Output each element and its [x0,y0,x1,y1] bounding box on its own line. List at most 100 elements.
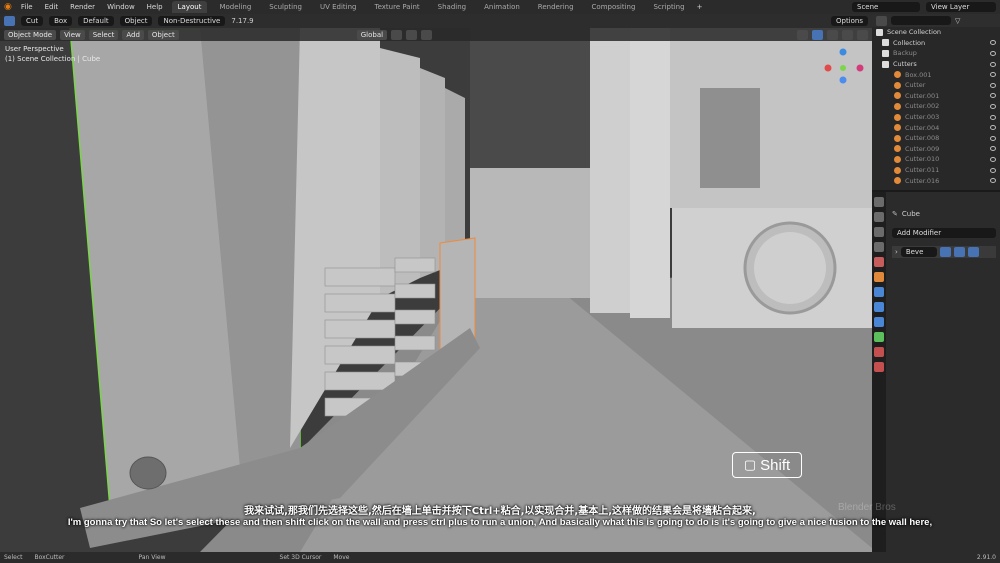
visibility-eye-icon[interactable] [990,146,996,152]
filter-icon[interactable]: ▽ [955,17,960,25]
outliner-item[interactable]: Cutters [872,59,1000,70]
visibility-eye-icon[interactable] [990,72,996,78]
texture-tab-icon[interactable] [874,362,884,372]
outliner-item-label: Cutters [893,60,917,69]
view-layer-tab-icon[interactable] [874,242,884,252]
menu-help[interactable]: Help [144,2,166,12]
menu-edit[interactable]: Edit [42,2,62,12]
outliner-item[interactable]: Cutter.002 [872,101,1000,112]
visibility-eye-icon[interactable] [990,178,996,184]
options-dropdown[interactable]: Options [830,16,868,26]
visibility-eye-icon[interactable] [990,125,996,131]
tool-tab-icon[interactable] [874,197,884,207]
modifier-tab-icon[interactable] [874,287,884,297]
outliner-item[interactable]: Cutter [872,80,1000,91]
particles-tab-icon[interactable] [874,302,884,312]
material-tab-icon[interactable] [874,347,884,357]
cut-mode-dropdown[interactable]: Cut [21,16,44,26]
outliner-item[interactable]: Cutter.003 [872,112,1000,123]
select-menu[interactable]: Select [88,29,119,40]
mesh-icon [894,102,901,110]
expand-chevron-icon[interactable]: › [895,248,898,256]
add-modifier-dropdown[interactable]: Add Modifier [892,228,996,238]
overlay-icon[interactable] [797,29,808,40]
pivot-icon[interactable] [391,29,403,40]
object-dropdown[interactable]: Object [119,16,153,26]
material-shading-icon[interactable] [842,29,853,40]
mesh-icon [894,145,901,153]
tab-modeling[interactable]: Modeling [213,1,257,13]
object-mode-dropdown[interactable]: Object Mode [4,29,57,40]
scene-tab-icon[interactable] [874,257,884,267]
blender-version: 2.91.0 [976,554,996,561]
outliner-item[interactable]: Cutter.011 [872,165,1000,176]
visibility-eye-icon[interactable] [990,61,996,67]
rendered-shading-icon[interactable] [857,29,868,40]
outliner-list: Collection Backup Cutters Box.001 Cutter Cutt… [872,38,1000,186]
visibility-eye-icon[interactable] [990,135,996,141]
visibility-eye-icon[interactable] [990,82,996,88]
tab-animation[interactable]: Animation [478,1,526,13]
snap-icon[interactable] [406,29,418,40]
collection-icon [882,39,889,47]
add-workspace-icon[interactable]: + [697,3,703,11]
solid-shading-icon[interactable] [827,29,838,40]
tab-uv-editing[interactable]: UV Editing [314,1,363,13]
view-layer-selector[interactable]: View Layer [926,2,996,12]
tab-sculpting[interactable]: Sculpting [263,1,308,13]
outliner-item[interactable]: Cutter.009 [872,144,1000,155]
view-menu[interactable]: View [60,29,85,40]
xray-icon[interactable] [812,29,823,40]
tab-scripting[interactable]: Scripting [647,1,690,13]
modifier-name-field[interactable]: Beve [900,247,937,257]
visibility-eye-icon[interactable] [990,156,996,162]
add-menu[interactable]: Add [122,29,144,40]
default-dropdown[interactable]: Default [78,16,114,26]
transform-orientation-dropdown[interactable]: Global [356,29,388,40]
menu-window[interactable]: Window [104,2,138,12]
tab-texture-paint[interactable]: Texture Paint [369,1,426,13]
object-tab-icon[interactable] [874,272,884,282]
menu-file[interactable]: File [18,2,36,12]
outliner-search[interactable] [891,16,951,25]
tab-layout[interactable]: Layout [171,1,208,13]
tab-rendering[interactable]: Rendering [532,1,580,13]
visibility-eye-icon[interactable] [990,114,996,120]
outliner-item[interactable]: Cutter.001 [872,91,1000,102]
viewport-toggle-icon[interactable] [953,247,965,257]
blender-logo-icon[interactable]: ◉ [4,2,12,12]
data-tab-icon[interactable] [874,332,884,342]
boolean-mode-dropdown[interactable]: Non-Destructive [158,16,226,26]
object-menu[interactable]: Object [147,29,179,40]
render-tab-icon[interactable] [874,212,884,222]
outliner-item[interactable]: Box.001 [872,69,1000,80]
outliner-item[interactable]: Backup [872,48,1000,59]
outliner-item[interactable]: Cutter.016 [872,175,1000,186]
output-tab-icon[interactable] [874,227,884,237]
outliner-item-label: Cutter.009 [905,144,940,153]
outliner-item[interactable]: Cutter.008 [872,133,1000,144]
edit-mode-toggle-icon[interactable] [939,247,951,257]
visibility-eye-icon[interactable] [990,93,996,99]
outliner-item-label: Cutter.010 [905,155,940,164]
outliner-item[interactable]: Cutter.010 [872,154,1000,165]
menu-render[interactable]: Render [67,2,98,12]
visibility-eye-icon[interactable] [990,103,996,109]
render-toggle-icon[interactable] [967,247,979,257]
visibility-eye-icon[interactable] [990,167,996,173]
scene-selector[interactable]: Scene [852,2,920,12]
modifier-row[interactable]: › Beve [892,246,996,258]
cut-tool-icon[interactable] [4,16,15,26]
tab-compositing[interactable]: Compositing [586,1,642,13]
tab-shading[interactable]: Shading [432,1,472,13]
outliner-item[interactable]: Collection [872,38,1000,49]
physics-tab-icon[interactable] [874,317,884,327]
outliner-item[interactable]: Cutter.004 [872,122,1000,133]
outliner-editor-icon[interactable] [876,15,887,26]
scene-collection-row[interactable]: Scene Collection [872,27,1000,38]
shape-dropdown[interactable]: Box [49,16,73,26]
proportional-edit-icon[interactable] [421,29,433,40]
visibility-eye-icon[interactable] [990,40,996,46]
status-move: Move [333,554,350,561]
visibility-eye-icon[interactable] [990,50,996,56]
